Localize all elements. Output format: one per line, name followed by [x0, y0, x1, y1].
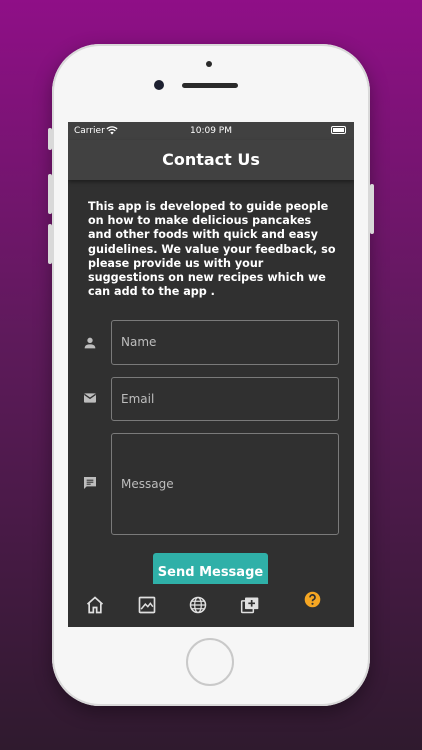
help-icon[interactable]	[304, 591, 321, 608]
home-button[interactable]	[186, 638, 234, 686]
volume-down-button	[48, 224, 52, 264]
status-bar: Carrier 10:09 PM	[68, 122, 354, 140]
app-screen: Carrier 10:09 PM Contact Us This app is …	[68, 122, 354, 627]
globe-icon[interactable]	[188, 595, 208, 615]
email-placeholder: Email	[121, 392, 155, 406]
page-title: Contact Us	[162, 150, 260, 169]
home-icon[interactable]	[85, 595, 105, 615]
gallery-icon[interactable]	[137, 595, 157, 615]
intro-text: This app is developed to guide people on…	[88, 200, 336, 299]
proximity-sensor	[206, 61, 212, 67]
clock: 10:09 PM	[190, 126, 232, 136]
person-icon	[84, 337, 96, 349]
message-placeholder: Message	[121, 477, 174, 491]
name-placeholder: Name	[121, 335, 157, 349]
app-bar: Contact Us	[68, 140, 354, 180]
power-button	[370, 184, 374, 234]
volume-up-button	[48, 174, 52, 214]
front-camera	[154, 80, 164, 90]
email-field[interactable]: Email	[111, 377, 339, 421]
mail-icon	[83, 393, 97, 403]
name-field[interactable]: Name	[111, 320, 339, 365]
bottom-navigation	[68, 584, 354, 627]
send-message-button[interactable]: Send Message	[153, 553, 268, 587]
battery-icon	[331, 126, 346, 134]
earpiece-speaker	[182, 83, 238, 88]
message-field[interactable]: Message	[111, 433, 339, 535]
add-to-collection-icon[interactable]	[239, 595, 261, 615]
message-icon	[84, 477, 96, 489]
silent-switch	[48, 128, 52, 150]
